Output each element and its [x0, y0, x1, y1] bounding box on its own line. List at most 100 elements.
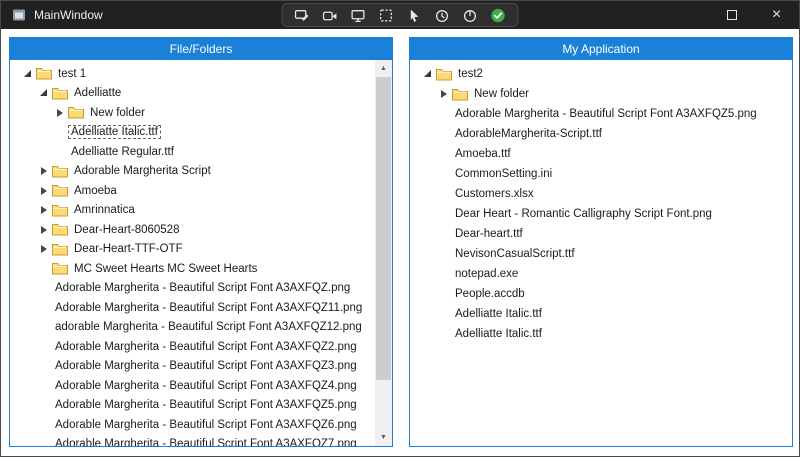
- tree-item[interactable]: Amrinnatica: [22, 201, 375, 221]
- files-panel: File/Folders test 1AdelliatteNew folderA…: [9, 37, 393, 447]
- tree-item[interactable]: Customers.xlsx: [422, 184, 792, 204]
- screen-draw-icon[interactable]: [295, 8, 310, 23]
- video-camera-icon[interactable]: [323, 8, 338, 23]
- power-icon[interactable]: [463, 8, 478, 23]
- expander-collapsed-icon[interactable]: [54, 107, 68, 119]
- application-panel: My Application test2 New folder Adorable M…: [409, 37, 793, 447]
- scroll-down-button[interactable]: ▼: [375, 429, 392, 446]
- folder-icon: [52, 165, 71, 178]
- tree-item-label: Dear Heart - Romantic Calligraphy Script…: [452, 207, 715, 221]
- window-content: File/Folders test 1AdelliatteNew folderA…: [1, 29, 799, 456]
- expander-placeholder: [438, 128, 452, 140]
- timer-icon[interactable]: [435, 8, 450, 23]
- expander-expanded-icon[interactable]: [22, 68, 36, 80]
- expander-collapsed-icon[interactable]: [438, 88, 452, 100]
- expander-collapsed-icon[interactable]: [38, 204, 52, 216]
- tree-item-label: Dear-Heart-8060528: [71, 223, 182, 237]
- expander-collapsed-icon[interactable]: [38, 243, 52, 255]
- tree-item[interactable]: Adorable Margherita - Beautiful Script F…: [22, 279, 375, 299]
- check-icon[interactable]: [491, 8, 506, 23]
- application-panel-header: My Application: [410, 38, 792, 60]
- tree-item[interactable]: test2: [422, 64, 792, 84]
- tree-item-label: test 1: [55, 67, 89, 81]
- tree-item[interactable]: People.accdb: [422, 284, 792, 304]
- tree-item[interactable]: Adelliatte Italic.ttf: [422, 324, 792, 344]
- folder-icon: [452, 88, 471, 101]
- tree-item[interactable]: CommonSetting.ini: [422, 164, 792, 184]
- screen-share-icon[interactable]: [351, 8, 366, 23]
- expander-placeholder: [438, 208, 452, 220]
- tree-item[interactable]: Adorable Margherita - Beautiful Script F…: [422, 104, 792, 124]
- tree-item[interactable]: test 1: [22, 64, 375, 84]
- window-controls: ×: [709, 1, 799, 29]
- tree-item[interactable]: Adorable Margherita - Beautiful Script F…: [22, 435, 375, 447]
- expander-placeholder: [38, 360, 52, 372]
- folder-icon: [52, 262, 71, 275]
- expander-placeholder: [38, 341, 52, 353]
- close-button[interactable]: ×: [754, 1, 799, 29]
- tree-item[interactable]: Adorable Margherita - Beautiful Script F…: [22, 376, 375, 396]
- tree-item-label: test2: [455, 67, 486, 81]
- tree-item-label: New folder: [471, 87, 532, 101]
- files-scrollbar[interactable]: ▲ ▼: [375, 60, 392, 446]
- maximize-button[interactable]: [709, 1, 754, 29]
- scrollbar-thumb[interactable]: [376, 77, 391, 380]
- main-window: MainWindow × File/Folders test 1Adelliat…: [0, 0, 800, 457]
- tree-item[interactable]: AdorableMargherita-Script.ttf: [422, 124, 792, 144]
- tree-item[interactable]: Dear-heart.ttf: [422, 224, 792, 244]
- expander-placeholder: [438, 328, 452, 340]
- tree-item[interactable]: Dear-Heart-8060528: [22, 220, 375, 240]
- expander-collapsed-icon[interactable]: [38, 165, 52, 177]
- tree-item-label: Adorable Margherita - Beautiful Script F…: [52, 359, 360, 373]
- tree-item[interactable]: MC Sweet Hearts MC Sweet Hearts: [22, 259, 375, 279]
- tree-item[interactable]: Adorable Margherita - Beautiful Script F…: [22, 415, 375, 435]
- tree-item-label: adorable Margherita - Beautiful Script F…: [52, 320, 365, 334]
- tree-item-label: AdorableMargherita-Script.ttf: [452, 127, 605, 141]
- tree-item[interactable]: Adorable Margherita Script: [22, 162, 375, 182]
- tree-item-label: NevisonCasualScript.ttf: [452, 247, 578, 261]
- tree-item-label: Adorable Margherita - Beautiful Script F…: [52, 418, 360, 432]
- tree-item[interactable]: Adorable Margherita - Beautiful Script F…: [22, 396, 375, 416]
- expander-expanded-icon[interactable]: [38, 87, 52, 99]
- expander-placeholder: [38, 321, 52, 333]
- scroll-up-button[interactable]: ▲: [375, 60, 392, 77]
- tree-item-label: Adelliatte: [71, 86, 124, 100]
- tree-item[interactable]: Dear-Heart-TTF-OTF: [22, 240, 375, 260]
- tree-item-label: Adelliatte Italic.ttf: [68, 125, 161, 139]
- expander-collapsed-icon[interactable]: [38, 185, 52, 197]
- folder-icon: [52, 243, 71, 256]
- expander-collapsed-icon[interactable]: [38, 224, 52, 236]
- tree-item[interactable]: Amoeba: [22, 181, 375, 201]
- window-select-icon[interactable]: [379, 8, 394, 23]
- tree-item-label: Adorable Margherita - Beautiful Script F…: [52, 398, 360, 412]
- tree-item[interactable]: Adorable Margherita - Beautiful Script F…: [22, 337, 375, 357]
- tree-item[interactable]: Adelliatte Regular.ttf: [22, 142, 375, 162]
- tree-item-label: Adelliatte Italic.ttf: [452, 307, 545, 321]
- cursor-icon[interactable]: [407, 8, 422, 23]
- tree-item[interactable]: Adelliatte Italic.ttf: [422, 304, 792, 324]
- tree-item[interactable]: Amoeba.ttf: [422, 144, 792, 164]
- expander-placeholder: [438, 188, 452, 200]
- tree-item[interactable]: Adorable Margherita - Beautiful Script F…: [22, 357, 375, 377]
- tree-item[interactable]: Adelliatte: [22, 84, 375, 104]
- tree-item-label: Adelliatte Italic.ttf: [452, 327, 545, 341]
- expander-placeholder: [438, 168, 452, 180]
- expander-expanded-icon[interactable]: [422, 68, 436, 80]
- tree-item[interactable]: adorable Margherita - Beautiful Script F…: [22, 318, 375, 338]
- tree-item[interactable]: New folder: [22, 103, 375, 123]
- tree-item-label: Adelliatte Regular.ttf: [68, 145, 177, 159]
- tree-item[interactable]: Dear Heart - Romantic Calligraphy Script…: [422, 204, 792, 224]
- tree-item[interactable]: New folder: [422, 84, 792, 104]
- scrollbar-track[interactable]: [375, 77, 392, 429]
- tree-item-label: Adorable Margherita - Beautiful Script F…: [452, 107, 760, 121]
- tree-item-label: Dear-heart.ttf: [452, 227, 526, 241]
- tree-item[interactable]: notepad.exe: [422, 264, 792, 284]
- tree-item[interactable]: Adorable Margherita - Beautiful Script F…: [22, 298, 375, 318]
- expander-placeholder: [38, 282, 52, 294]
- tree-item[interactable]: NevisonCasualScript.ttf: [422, 244, 792, 264]
- tree-item[interactable]: Adelliatte Italic.ttf: [22, 123, 375, 143]
- folder-icon: [52, 204, 71, 217]
- folder-icon: [52, 184, 71, 197]
- expander-placeholder: [38, 438, 52, 446]
- tree-item-label: Adorable Margherita - Beautiful Script F…: [52, 340, 360, 354]
